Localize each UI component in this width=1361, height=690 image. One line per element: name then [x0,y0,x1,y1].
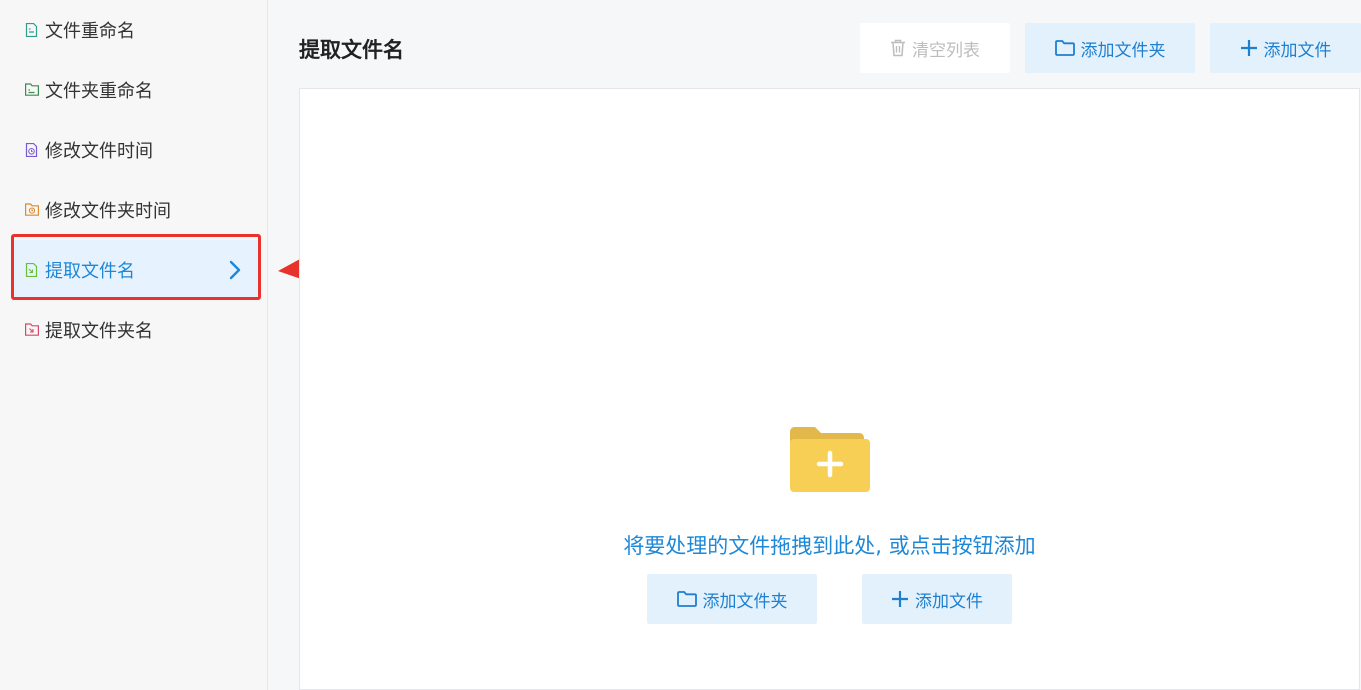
plus-icon [891,590,909,608]
add-folder-label: 添加文件夹 [1080,40,1166,61]
add-folder-button-center[interactable]: 添加文件夹 [647,574,817,624]
sidebar-item-file-rename[interactable]: 文件重命名 [13,0,258,60]
extract-foldername-icon [25,323,39,337]
sidebar-item-label: 文件夹重命名 [45,81,153,102]
chevron-right-icon [226,259,244,281]
add-file-label: 添加文件 [915,591,983,612]
file-time-icon [25,143,39,157]
folder-icon [676,591,697,607]
sidebar-item-label: 修改文件时间 [45,141,153,162]
sidebar-item-extract-foldername[interactable]: 提取文件夹名 [13,300,258,360]
folder-icon [1054,40,1075,56]
sidebar-item-label: 修改文件夹时间 [45,201,171,222]
folder-add-icon [790,426,870,496]
sidebar-item-label: 提取文件夹名 [45,321,153,342]
page-title: 提取文件名 [299,38,404,62]
add-folder-label: 添加文件夹 [702,591,788,612]
file-rename-icon [25,23,39,37]
sidebar-item-folder-time[interactable]: 修改文件夹时间 [13,180,258,240]
file-drop-area[interactable]: 将要处理的文件拖拽到此处, 或点击按钮添加 添加文件夹 添加文件 [299,88,1360,690]
drop-hint-text: 将要处理的文件拖拽到此处, 或点击按钮添加 [623,534,1036,558]
sidebar-item-label: 文件重命名 [45,21,135,42]
plus-icon [1240,39,1258,57]
sidebar: 文件重命名 文件夹重命名 修改文件时间 修改文件夹时间 提取文件名 提取文件夹名 [0,0,268,690]
trash-icon [890,39,906,57]
add-file-button-center[interactable]: 添加文件 [862,574,1012,624]
sidebar-item-extract-filename[interactable]: 提取文件名 [13,240,258,300]
clear-list-label: 清空列表 [912,40,980,61]
sidebar-item-label: 提取文件名 [45,261,135,282]
sidebar-item-file-time[interactable]: 修改文件时间 [13,120,258,180]
sidebar-item-folder-rename[interactable]: 文件夹重命名 [13,60,258,120]
folder-rename-icon [25,83,39,97]
folder-time-icon [25,203,39,217]
add-folder-button[interactable]: 添加文件夹 [1025,23,1195,73]
add-file-button[interactable]: 添加文件 [1210,23,1361,73]
extract-filename-icon [25,263,39,277]
clear-list-button[interactable]: 清空列表 [860,23,1010,73]
add-file-label: 添加文件 [1263,40,1332,61]
